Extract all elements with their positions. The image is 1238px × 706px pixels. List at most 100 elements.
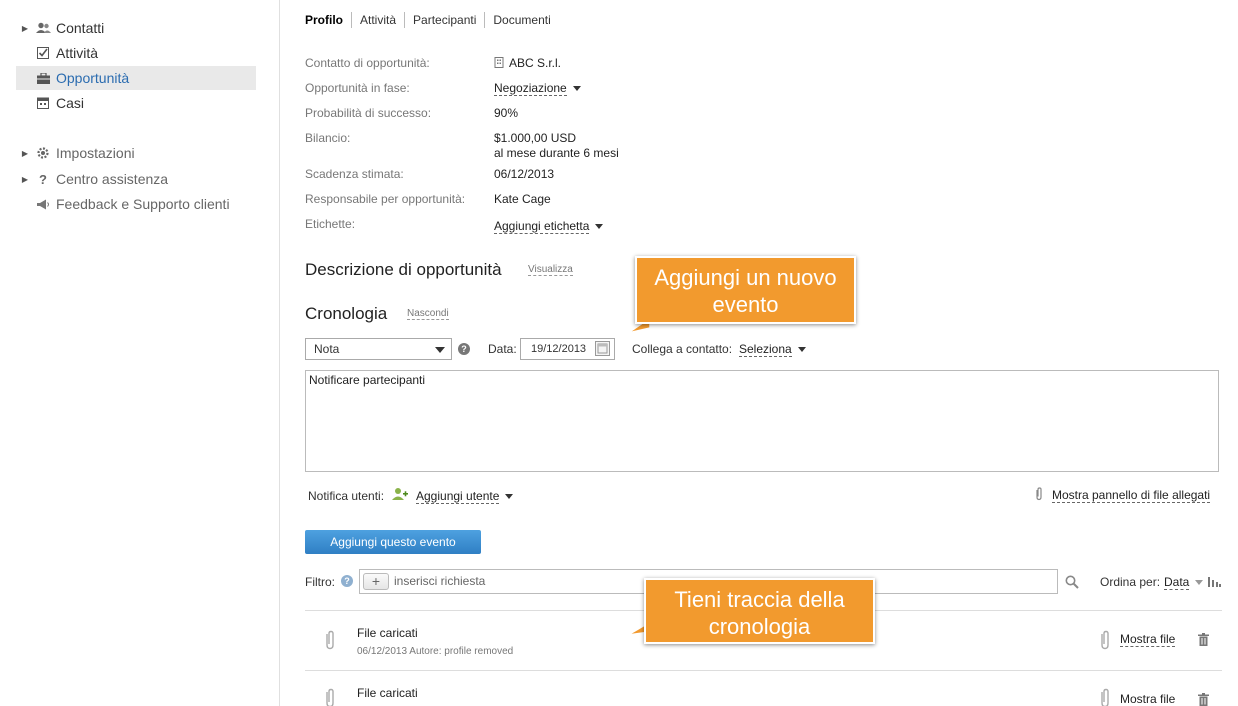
contact-label: Contatto di opportunità: (305, 56, 430, 70)
sidebar-item-label: Attività (56, 45, 99, 61)
note-textarea[interactable]: Notificare partecipanti (305, 370, 1219, 472)
owner-value: Kate Cage (494, 192, 551, 206)
calendar-picker-icon[interactable] (595, 341, 610, 356)
chevron-down-icon[interactable] (505, 494, 514, 500)
description-title: Descrizione di opportunità (305, 260, 502, 279)
stage-value[interactable]: Negoziazione (494, 81, 567, 96)
contact-name[interactable]: ABC S.r.l. (509, 56, 561, 70)
sort-order-icon[interactable] (1208, 576, 1221, 591)
event-type-value: Nota (314, 342, 340, 356)
notify-users-label: Notifica utenti: (308, 489, 385, 503)
callout-text: Tieni traccia della cronologia (674, 587, 845, 639)
tab-bar: Profilo Attività Partecipanti Documenti (305, 12, 559, 28)
chevron-down-icon[interactable] (1195, 580, 1204, 586)
sidebar-item-label: Casi (56, 95, 85, 111)
sidebar-item-centro-assistenza[interactable]: ▶ ? Centro assistenza (16, 167, 256, 191)
description-view-link[interactable]: Visualizza (528, 264, 573, 276)
sidebar-item-label: Contatti (56, 20, 105, 36)
tab-partecipanti[interactable]: Partecipanti (404, 12, 484, 28)
help-icon[interactable]: ? (458, 343, 470, 355)
tags-label: Etichette: (305, 217, 356, 231)
history-title: Cronologia (305, 304, 388, 323)
callout-track-history: Tieni traccia della cronologia (644, 578, 875, 644)
sort-value[interactable]: Data (1164, 575, 1190, 590)
sort-dropdown[interactable]: Data (1164, 575, 1204, 590)
megaphone-icon (34, 197, 52, 211)
deadline-value: 06/12/2013 (494, 167, 555, 181)
probability-label: Probabilità di successo: (305, 106, 432, 120)
gear-icon (34, 146, 52, 160)
chevron-down-icon[interactable] (797, 347, 806, 353)
sidebar-item-label: Impostazioni (56, 145, 135, 161)
chevron-down-icon (435, 347, 445, 353)
add-user-icon[interactable] (392, 487, 408, 504)
sort-label: Ordina per: (1100, 575, 1161, 589)
search-icon[interactable] (1065, 575, 1079, 592)
expand-arrow-icon[interactable]: ▶ (16, 175, 34, 184)
history-hide-link[interactable]: Nascondi (407, 308, 449, 320)
paperclip-icon (324, 630, 336, 653)
calendar-icon (34, 96, 52, 110)
sidebar-item-label: Centro assistenza (56, 171, 169, 187)
divider (305, 670, 1222, 671)
callout-text: Aggiungi un nuovo evento (654, 265, 837, 317)
stage-dropdown[interactable]: Negoziazione (494, 81, 581, 96)
sidebar-item-attivita[interactable]: Attività (16, 41, 256, 65)
row-meta: 06/12/2013 Autore: profile removed (357, 646, 514, 657)
sidebar-item-impostazioni[interactable]: ▶ Impostazioni (16, 141, 256, 165)
trash-icon[interactable] (1198, 633, 1209, 649)
briefcase-icon (34, 71, 52, 85)
chevron-down-icon[interactable] (572, 86, 581, 92)
sidebar: ▶ Contatti Attività Opportunità Casi ▶ I… (0, 0, 280, 706)
deadline-label: Scadenza stimata: (305, 167, 404, 181)
show-file-link[interactable]: Mostra file (1120, 692, 1175, 706)
expand-arrow-icon[interactable]: ▶ (16, 149, 34, 158)
stage-label: Opportunità in fase: (305, 81, 410, 95)
link-contact-label: Collega a contatto: (632, 342, 733, 356)
event-type-select[interactable]: Nota (305, 338, 452, 360)
question-icon: ? (39, 171, 47, 187)
sidebar-item-feedback[interactable]: Feedback e Supporto clienti (16, 192, 256, 216)
building-icon (494, 57, 504, 68)
sidebar-item-label: Opportunità (56, 70, 130, 86)
paperclip-icon (1099, 688, 1111, 706)
sidebar-item-casi[interactable]: Casi (16, 91, 256, 115)
sidebar-item-contatti[interactable]: ▶ Contatti (16, 16, 256, 40)
paperclip-icon (324, 688, 336, 706)
chevron-down-icon[interactable] (595, 224, 604, 230)
link-contact-dropdown[interactable]: Seleziona (739, 342, 806, 357)
filter-label: Filtro: (305, 575, 335, 589)
balance-period: al mese durante 6 mesi (494, 146, 619, 160)
plus-icon[interactable]: + (363, 573, 389, 590)
sidebar-item-opportunita[interactable]: Opportunità (16, 66, 256, 90)
expand-arrow-icon[interactable]: ▶ (16, 24, 34, 33)
tab-profilo[interactable]: Profilo (305, 12, 351, 28)
sidebar-item-label: Feedback e Supporto clienti (56, 196, 230, 212)
paperclip-icon (1099, 630, 1111, 653)
add-tag-link[interactable]: Aggiungi etichetta (494, 219, 590, 234)
note-text: Notificare partecipanti (309, 373, 426, 387)
add-user-dropdown[interactable]: Aggiungi utente (416, 489, 514, 504)
filter-help-icon[interactable]: ? (341, 575, 353, 587)
trash-icon[interactable] (1198, 693, 1209, 706)
show-file-link[interactable]: Mostra file (1120, 632, 1176, 647)
contact-value[interactable]: ABC S.r.l. (494, 56, 561, 70)
callout-new-event: Aggiungi un nuovo evento (635, 256, 856, 324)
add-event-button[interactable]: Aggiungi questo evento (305, 530, 481, 554)
add-user-link[interactable]: Aggiungi utente (416, 489, 500, 504)
show-attachments-link[interactable]: Mostra pannello di file allegati (1052, 488, 1211, 503)
date-value: 19/12/2013 (531, 343, 587, 355)
tab-attivita[interactable]: Attività (351, 12, 404, 28)
tags-dropdown[interactable]: Aggiungi etichetta (494, 219, 604, 234)
filter-placeholder: inserisci richiesta (394, 574, 486, 588)
row-title: File caricati (357, 686, 418, 700)
paperclip-icon[interactable] (1034, 487, 1044, 504)
link-contact-value[interactable]: Seleziona (739, 342, 792, 357)
probability-value: 90% (494, 106, 519, 120)
row-title: File caricati (357, 626, 418, 640)
owner-label: Responsabile per opportunità: (305, 192, 466, 206)
date-label: Data: (488, 342, 517, 356)
tab-documenti[interactable]: Documenti (484, 12, 558, 28)
checkbox-icon (34, 46, 52, 60)
balance-label: Bilancio: (305, 131, 351, 145)
